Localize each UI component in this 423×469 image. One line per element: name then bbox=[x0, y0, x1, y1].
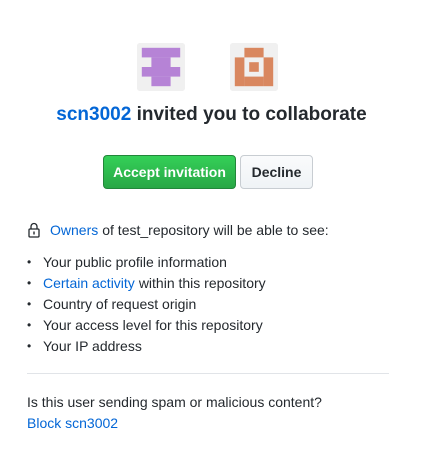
invitation-headline: scn3002 invited you to collaborate bbox=[0, 104, 423, 126]
bullet-icon: • bbox=[27, 339, 32, 353]
list-item: • Your public profile information bbox=[27, 254, 266, 275]
list-item-text: within this repository bbox=[138, 275, 266, 291]
list-item-text: Your public profile information bbox=[43, 254, 227, 270]
certain-activity-link[interactable]: Certain activity bbox=[43, 275, 135, 292]
block-user-link[interactable]: Block scn3002 bbox=[27, 415, 118, 431]
owners-text: of test_repository will be able to see: bbox=[102, 222, 329, 238]
bullet-icon: • bbox=[27, 276, 32, 290]
decline-button[interactable]: Decline bbox=[240, 155, 313, 189]
list-item-text: Country of request origin bbox=[43, 296, 197, 312]
list-item: • Certain activity within this repositor… bbox=[27, 275, 266, 296]
identicon-purple-icon bbox=[137, 43, 185, 91]
invitation-page: scn3002 invited you to collaborate Accep… bbox=[0, 0, 423, 469]
owners-link[interactable]: Owners bbox=[50, 222, 98, 238]
bullet-icon: • bbox=[27, 255, 32, 269]
list-item-text: Your IP address bbox=[43, 338, 142, 354]
headline-text: invited you to collaborate bbox=[136, 104, 367, 125]
list-item: • Country of request origin bbox=[27, 296, 266, 317]
user-avatar[interactable] bbox=[230, 43, 278, 91]
inviter-avatar[interactable] bbox=[137, 43, 185, 91]
inviter-username-link[interactable]: scn3002 bbox=[56, 104, 131, 125]
visibility-list: • Your public profile information • Cert… bbox=[27, 254, 266, 359]
divider bbox=[27, 373, 389, 374]
identicon-orange-icon bbox=[230, 43, 278, 91]
bullet-icon: • bbox=[27, 318, 32, 332]
owners-visibility-line: Owners of test_repository will be able t… bbox=[27, 222, 329, 238]
bullet-icon: • bbox=[27, 297, 32, 311]
spam-question: Is this user sending spam or malicious c… bbox=[27, 394, 322, 410]
lock-icon bbox=[28, 222, 40, 238]
list-item-text: Your access level for this repository bbox=[43, 317, 263, 333]
list-item: • Your IP address bbox=[27, 338, 266, 359]
list-item: • Your access level for this repository bbox=[27, 317, 266, 338]
accept-invitation-button[interactable]: Accept invitation bbox=[103, 155, 236, 189]
